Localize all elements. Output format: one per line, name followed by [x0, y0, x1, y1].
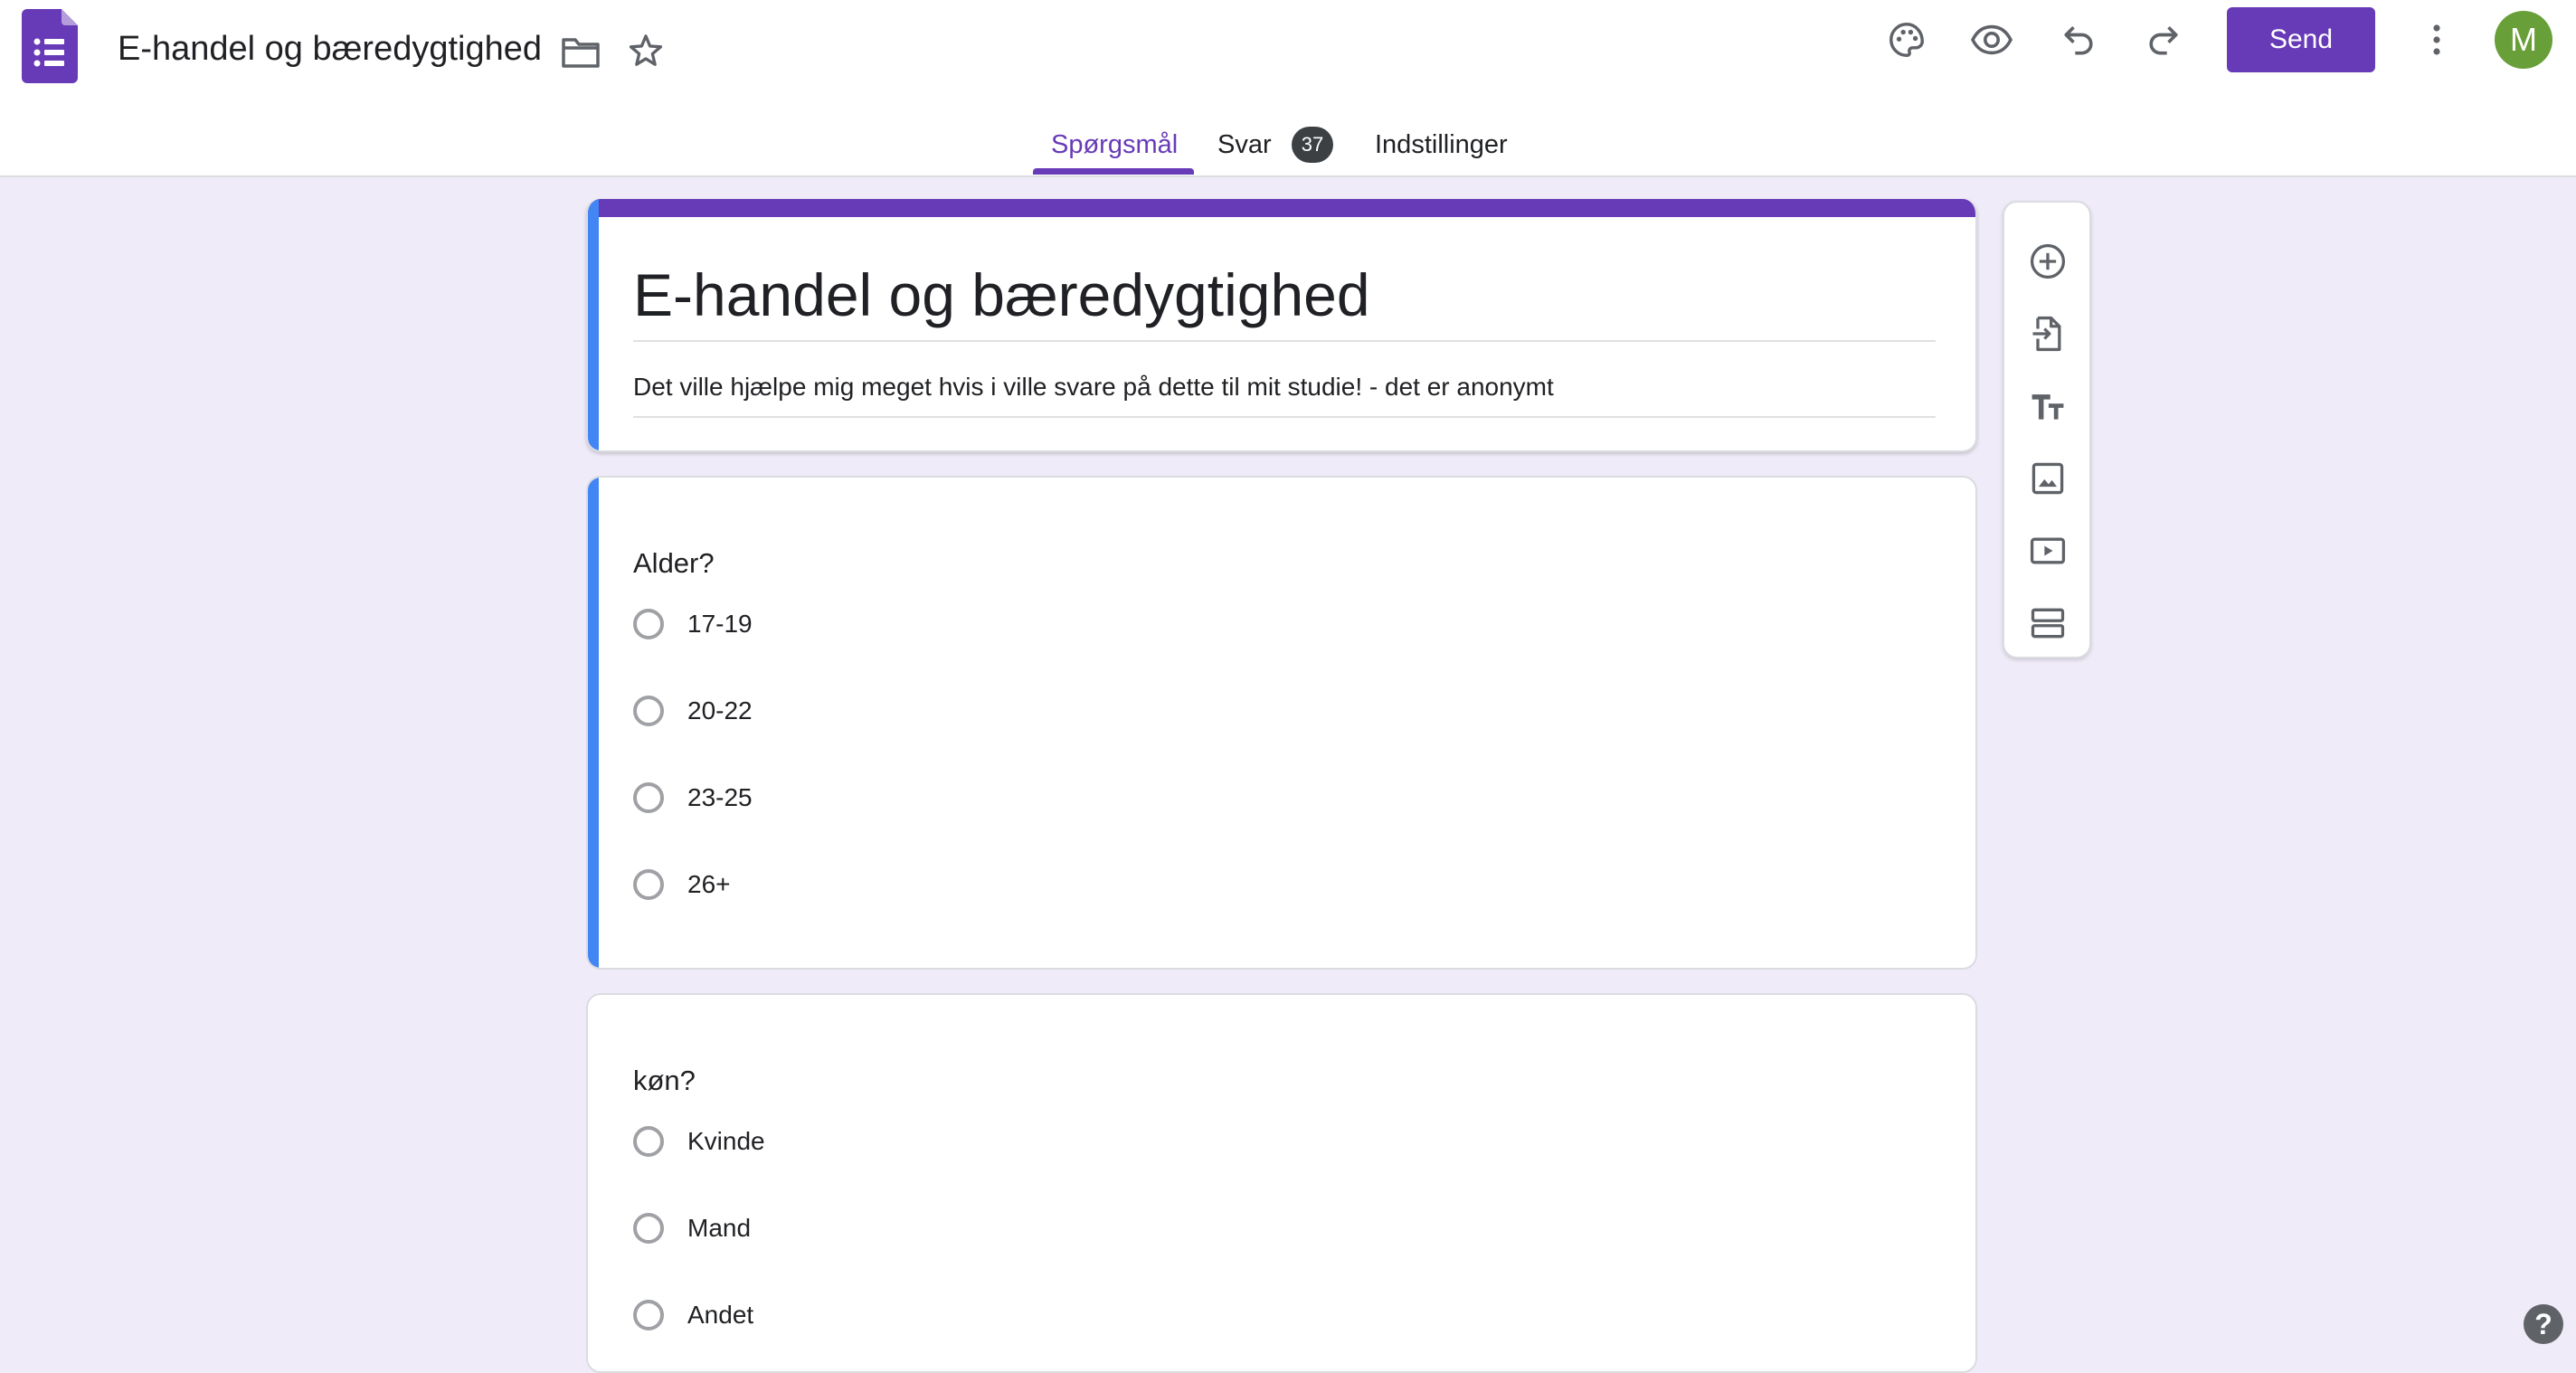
- add-section-icon[interactable]: [2016, 592, 2079, 655]
- tab-bar: Spørgsmål Svar 37 Indstillinger: [0, 109, 2576, 177]
- tab-responses[interactable]: Svar: [1217, 127, 1272, 163]
- responses-count-badge: 37: [1292, 127, 1333, 163]
- active-card-indicator: [588, 199, 599, 450]
- tab-settings[interactable]: Indstillinger: [1375, 127, 1508, 163]
- radio-option[interactable]: 17-19: [633, 597, 753, 651]
- option-label: Kvinde: [687, 1127, 765, 1155]
- radio-circle-icon[interactable]: [633, 696, 664, 726]
- radio-circle-icon[interactable]: [633, 1213, 664, 1244]
- palette-icon[interactable]: [1880, 13, 1934, 67]
- form-title-input[interactable]: E-handel og bæredygtighed: [633, 250, 1936, 342]
- more-vert-icon[interactable]: [2410, 13, 2464, 67]
- radio-option[interactable]: Mand: [633, 1201, 751, 1255]
- send-button[interactable]: Send: [2227, 7, 2375, 72]
- radio-circle-icon[interactable]: [633, 869, 664, 900]
- add-video-icon[interactable]: [2016, 519, 2079, 582]
- option-label: 20-22: [687, 696, 753, 724]
- radio-circle-icon[interactable]: [633, 1126, 664, 1157]
- question-card[interactable]: Alder? 17-19 20-22 23-25 26+: [586, 476, 1977, 970]
- add-question-icon[interactable]: [2016, 230, 2079, 293]
- folder-icon[interactable]: [555, 27, 606, 78]
- redo-icon[interactable]: [2136, 13, 2191, 67]
- top-header: E-handel og bæredygtighed Send M Spørgsm…: [0, 0, 2576, 177]
- card-accent-bar: [588, 199, 1975, 217]
- tab-questions[interactable]: Spørgsmål: [1051, 127, 1178, 163]
- option-label: 23-25: [687, 783, 753, 811]
- option-label: 17-19: [687, 610, 753, 638]
- import-questions-icon[interactable]: [2016, 302, 2079, 365]
- document-title[interactable]: E-handel og bæredygtighed: [118, 24, 542, 74]
- active-card-indicator: [588, 478, 599, 968]
- question-title[interactable]: Alder?: [633, 523, 715, 604]
- option-label: Mand: [687, 1214, 752, 1242]
- radio-option[interactable]: 20-22: [633, 684, 753, 738]
- radio-circle-icon[interactable]: [633, 1300, 664, 1330]
- add-title-icon[interactable]: [2016, 374, 2079, 438]
- add-image-icon[interactable]: [2016, 447, 2079, 510]
- option-label: 26+: [687, 870, 731, 898]
- form-description-input[interactable]: Det ville hjælpe mig meget hvis i ville …: [633, 358, 1936, 418]
- undo-icon[interactable]: [2051, 13, 2106, 67]
- forms-logo-icon[interactable]: [22, 9, 78, 83]
- question-toolbar: [2003, 201, 2091, 658]
- preview-eye-icon[interactable]: [1965, 13, 2019, 67]
- radio-option[interactable]: Andet: [633, 1288, 753, 1342]
- avatar[interactable]: M: [2495, 11, 2552, 69]
- star-icon[interactable]: [620, 25, 671, 76]
- form-title-card[interactable]: E-handel og bæredygtighed Det ville hjæl…: [586, 199, 1977, 452]
- question-card[interactable]: køn? Kvinde Mand Andet: [586, 993, 1977, 1373]
- active-tab-indicator: [1033, 168, 1194, 175]
- radio-circle-icon[interactable]: [633, 609, 664, 639]
- question-title[interactable]: køn?: [633, 1040, 696, 1122]
- option-label: Andet: [687, 1301, 754, 1329]
- radio-option[interactable]: 23-25: [633, 771, 753, 825]
- help-button[interactable]: ?: [2524, 1304, 2563, 1344]
- radio-circle-icon[interactable]: [633, 782, 664, 813]
- radio-option[interactable]: 26+: [633, 857, 731, 912]
- radio-option[interactable]: Kvinde: [633, 1114, 765, 1169]
